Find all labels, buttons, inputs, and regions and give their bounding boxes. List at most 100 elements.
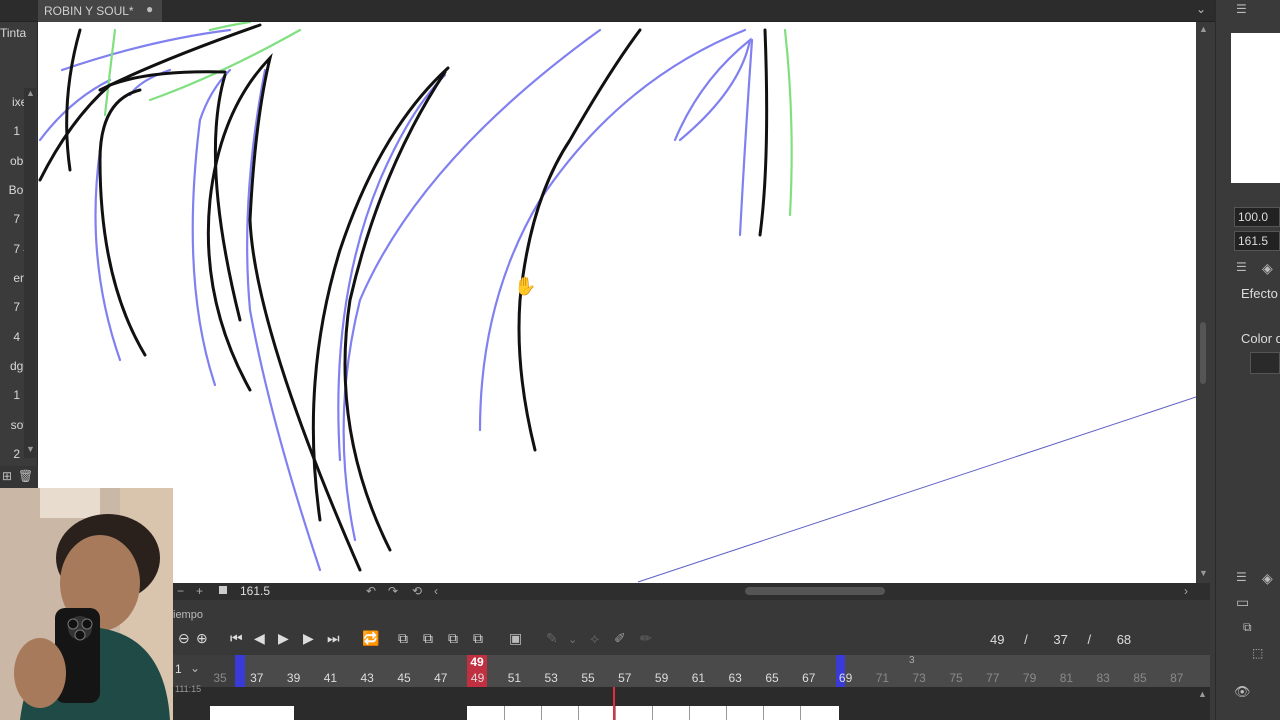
frame-tick-label: 73 [912, 671, 926, 685]
frame-tick-label: 67 [802, 671, 816, 685]
chevron-down-icon[interactable]: ⌄ [190, 661, 200, 675]
panel-menu-icon[interactable]: ☰ [1236, 2, 1247, 16]
timeline-title: iempo [173, 609, 203, 621]
select-icon[interactable]: ⬚ [1252, 646, 1263, 660]
canvas-vertical-scrollbar[interactable]: ▲ ▼ [1196, 22, 1210, 583]
brush-list-scrollbar[interactable]: ▲ ▼ [24, 88, 36, 458]
frame-tick-label: 41 [323, 671, 338, 685]
frame-tick-label: 61 [691, 671, 706, 685]
keyframe-icon[interactable]: ⟡ [590, 630, 599, 647]
scroll-right-icon[interactable]: › [1184, 584, 1188, 598]
scroll-down-icon[interactable]: ▼ [26, 444, 35, 454]
frame-tick-label: 35 [213, 671, 227, 685]
scroll-up-icon[interactable]: ▲ [1199, 24, 1208, 34]
hand-cursor-icon: ✋ [514, 276, 537, 296]
playhead[interactable] [613, 687, 615, 720]
frame-tick-label: 57 [618, 671, 632, 685]
cell-divider [763, 706, 764, 720]
cell-divider [541, 706, 542, 720]
minus-icon[interactable]: − [177, 584, 184, 598]
document-tab-label: ROBIN Y SOUL* [44, 4, 134, 18]
new-cel-icon[interactable]: ⧉ [398, 630, 408, 647]
play-icon[interactable]: ▶ [278, 630, 289, 647]
next-frame-icon[interactable]: ▶ [303, 630, 314, 647]
frame-tick-label: 65 [765, 671, 779, 685]
assign-cel-icon[interactable]: ⧉ [448, 630, 458, 647]
document-tab[interactable]: ROBIN Y SOUL* ● [38, 0, 162, 22]
frame-tick-label: 51 [507, 671, 522, 685]
end-frame-number: 68 [1116, 632, 1132, 647]
frame-tick-label: 77 [986, 671, 1000, 685]
unsaved-dot-icon[interactable]: ● [146, 2, 153, 16]
drawing-canvas[interactable]: ✋ [38, 22, 1196, 583]
layer-property-icon[interactable]: ◈ [1262, 260, 1273, 277]
layers-icon[interactable]: ◈ [1262, 570, 1273, 587]
color-swatch[interactable] [1250, 352, 1280, 374]
scroll-thumb[interactable] [1200, 322, 1206, 384]
current-frame-label: 49 [470, 655, 484, 669]
cell-divider [689, 706, 690, 720]
cell-divider [615, 706, 616, 720]
frame-tick-label: 87 [1170, 671, 1184, 685]
webcam-overlay [0, 488, 173, 720]
eye-icon[interactable]: 👁 [1234, 684, 1251, 700]
layer-mode-icon[interactable]: ▭ [1236, 594, 1249, 611]
zoom-value[interactable]: 161.5 [240, 584, 270, 598]
new-animation-folder-icon[interactable]: ⧉ [423, 630, 433, 647]
reset-rotation-icon[interactable]: ⟲ [412, 584, 422, 598]
first-frame-icon[interactable]: ⏮ [230, 630, 243, 647]
panel-menu-icon[interactable]: ☰ [1236, 570, 1247, 584]
rotate-left-icon[interactable]: ↶ [366, 584, 376, 598]
frame-tick-label: 45 [397, 671, 411, 685]
frame-tick-label: 63 [728, 671, 742, 685]
frame-tick-label: 49 [470, 671, 485, 685]
scroll-left-icon[interactable]: ‹ [434, 584, 438, 598]
cell-divider [726, 706, 727, 720]
rotate-right-icon[interactable]: ↷ [388, 584, 398, 598]
scroll-up-icon[interactable]: ▲ [1198, 689, 1207, 699]
brush-list-footer: ⊞ 🗑 [0, 466, 38, 488]
webcam-person-image [0, 488, 173, 720]
copy-icon[interactable]: ⧉ [1243, 620, 1252, 635]
cell-divider [504, 706, 505, 720]
chevron-down-icon[interactable]: ⌄ [1196, 2, 1206, 16]
horizontal-scroll-thumb[interactable] [745, 587, 885, 595]
frame-tick-label: 39 [286, 671, 301, 685]
track-label: 111:15 [175, 684, 202, 694]
scroll-down-icon[interactable]: ▼ [1199, 568, 1208, 578]
prev-frame-icon[interactable]: ◀ [254, 630, 265, 647]
edit-icon[interactable]: ✐ [614, 630, 626, 647]
loop-icon[interactable]: 🔁 [362, 630, 379, 647]
pencil-icon[interactable]: ✏ [640, 630, 652, 647]
navigator-scale-field[interactable]: 161.5 [1234, 231, 1280, 251]
last-frame-icon[interactable]: ⏭ [327, 630, 340, 647]
fit-icon[interactable] [219, 586, 227, 594]
ruler-section-label: 3 [909, 655, 915, 666]
add-brush-icon[interactable]: ⊞ [2, 469, 12, 483]
range-start-marker[interactable] [235, 655, 245, 687]
frame-tick-label: 43 [360, 671, 374, 685]
canvas-status-bar [173, 583, 1210, 600]
frame-tick-label: 79 [1022, 671, 1037, 685]
plus-icon[interactable]: + [196, 584, 203, 598]
panel-menu-icon[interactable]: ☰ [1236, 260, 1247, 274]
specify-cel-icon[interactable]: ⧉ [473, 630, 483, 647]
frame-tick-label: 69 [838, 671, 853, 685]
track-cells[interactable] [467, 706, 839, 720]
sketch-strokes [38, 22, 1196, 583]
frame-tick-label: 37 [250, 671, 264, 685]
zoom-out-icon[interactable]: ⊖ [178, 630, 190, 647]
brush-tool-icon[interactable]: ✎ [546, 630, 558, 647]
trash-icon[interactable]: 🗑 [18, 469, 33, 483]
navigator-zoom-field[interactable]: 100.0 [1234, 207, 1280, 227]
brush-item[interactable]: Tinta [0, 26, 36, 46]
chevron-down-icon[interactable]: ⌄ [568, 633, 577, 646]
track-cells[interactable] [210, 706, 294, 720]
onion-skin-icon[interactable]: ▣ [509, 630, 522, 647]
document-tab-bar [0, 0, 1215, 22]
frame-tick-label: 53 [544, 671, 558, 685]
scroll-up-icon[interactable]: ▲ [26, 88, 35, 98]
zoom-in-icon[interactable]: ⊕ [196, 630, 208, 647]
cell-divider [652, 706, 653, 720]
navigator-preview[interactable] [1231, 33, 1280, 183]
